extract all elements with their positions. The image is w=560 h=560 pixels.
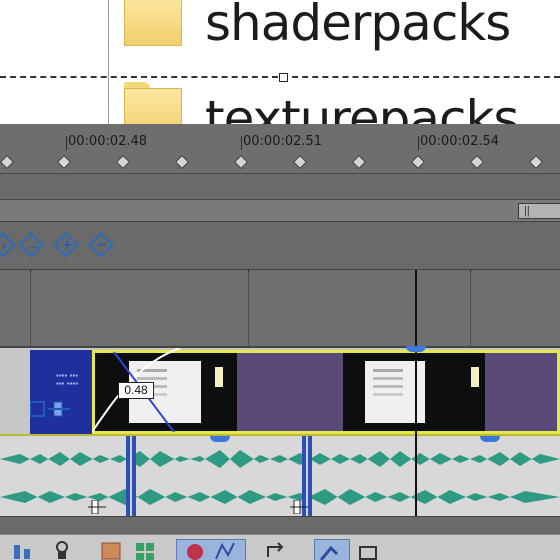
folder-icon[interactable] [124,82,184,124]
keyframe-marker[interactable] [115,154,131,170]
audio-track[interactable] [0,434,560,518]
prev-marker-icon[interactable]: › [0,232,16,258]
lock-icon[interactable] [52,539,74,560]
ruler-tick [418,136,419,150]
screenshot-root: shaderpacks texturepacks 00:00:02.48 00:… [0,0,560,560]
playhead-marker[interactable] [406,346,426,352]
ruler-label: 00:00:02.51 [243,134,323,149]
folder-icon[interactable] [124,0,184,58]
clip-thumbnail: ▪▪▪▪ ▪▪▪ ▪▪▪ ▪▪▪▪ [56,371,79,388]
ruler-tick [241,136,242,150]
grip-icon: || [524,205,530,217]
keyframe-marker[interactable] [469,154,485,170]
bottom-toolbar [0,534,560,560]
folder-name-shaderpacks[interactable]: shaderpacks [205,0,511,52]
keyframe-marker[interactable] [233,154,249,170]
timeline-toolbar: › → + − [0,222,560,270]
horizontal-scrollbar[interactable]: || [0,200,560,222]
zoom-in-icon[interactable]: + [53,232,79,258]
keyframe-marker[interactable] [351,154,367,170]
time-ruler[interactable]: 00:00:02.48 00:00:02.51 00:00:02.54 [0,124,560,174]
select-icon[interactable] [358,539,380,560]
video-track[interactable]: ▪▪▪▪ ▪▪▪ ▪▪▪ ▪▪▪▪ [0,346,560,434]
snap-icon[interactable] [100,539,122,560]
fade-length-label: 0.48 [118,382,154,399]
keyframe-marker[interactable] [528,154,544,170]
keyframe-marker[interactable] [292,154,308,170]
audio-waveform [0,489,560,505]
keyframe-marker[interactable] [174,154,190,170]
loop-icon[interactable] [264,539,286,560]
audio-waveform [0,450,560,468]
ruler-tick [66,136,67,150]
keyframe-marker[interactable] [56,154,72,170]
folder-name-texturepacks[interactable]: texturepacks [205,90,519,124]
scrollbar-thumb[interactable]: || [518,203,560,219]
marker-bar[interactable] [0,174,560,200]
record-icon[interactable] [184,539,206,560]
grid-icon[interactable] [134,539,156,560]
ruler-label: 00:00:02.48 [68,134,148,149]
file-explorer-window: shaderpacks texturepacks [0,0,560,124]
video-event-blue[interactable]: ▪▪▪▪ ▪▪▪ ▪▪▪ ▪▪▪▪ [30,350,92,434]
event-edge-marker[interactable] [480,436,500,442]
ruler-label: 00:00:02.54 [420,134,500,149]
event-edge-marker[interactable] [210,436,230,442]
envelope-handle-icon[interactable] [88,499,106,515]
envelope-icon[interactable] [214,539,236,560]
keyframe-marker[interactable] [410,154,426,170]
edit-tool-icon[interactable] [314,539,350,560]
keyframe-marker[interactable] [0,154,15,170]
envelope-handle-icon[interactable] [290,499,308,515]
clip-thumbnail [343,353,485,431]
resize-handle[interactable] [279,73,288,82]
empty-track-area[interactable] [0,270,560,346]
column-divider [108,0,109,124]
trim-cursor-icon [29,398,74,418]
audio-crossfade[interactable] [126,436,136,518]
mixer-icon[interactable] [12,539,34,560]
go-to-marker-icon[interactable]: → [18,232,44,258]
zoom-out-icon[interactable]: − [88,232,114,258]
bottom-scrollbar[interactable] [0,516,560,534]
